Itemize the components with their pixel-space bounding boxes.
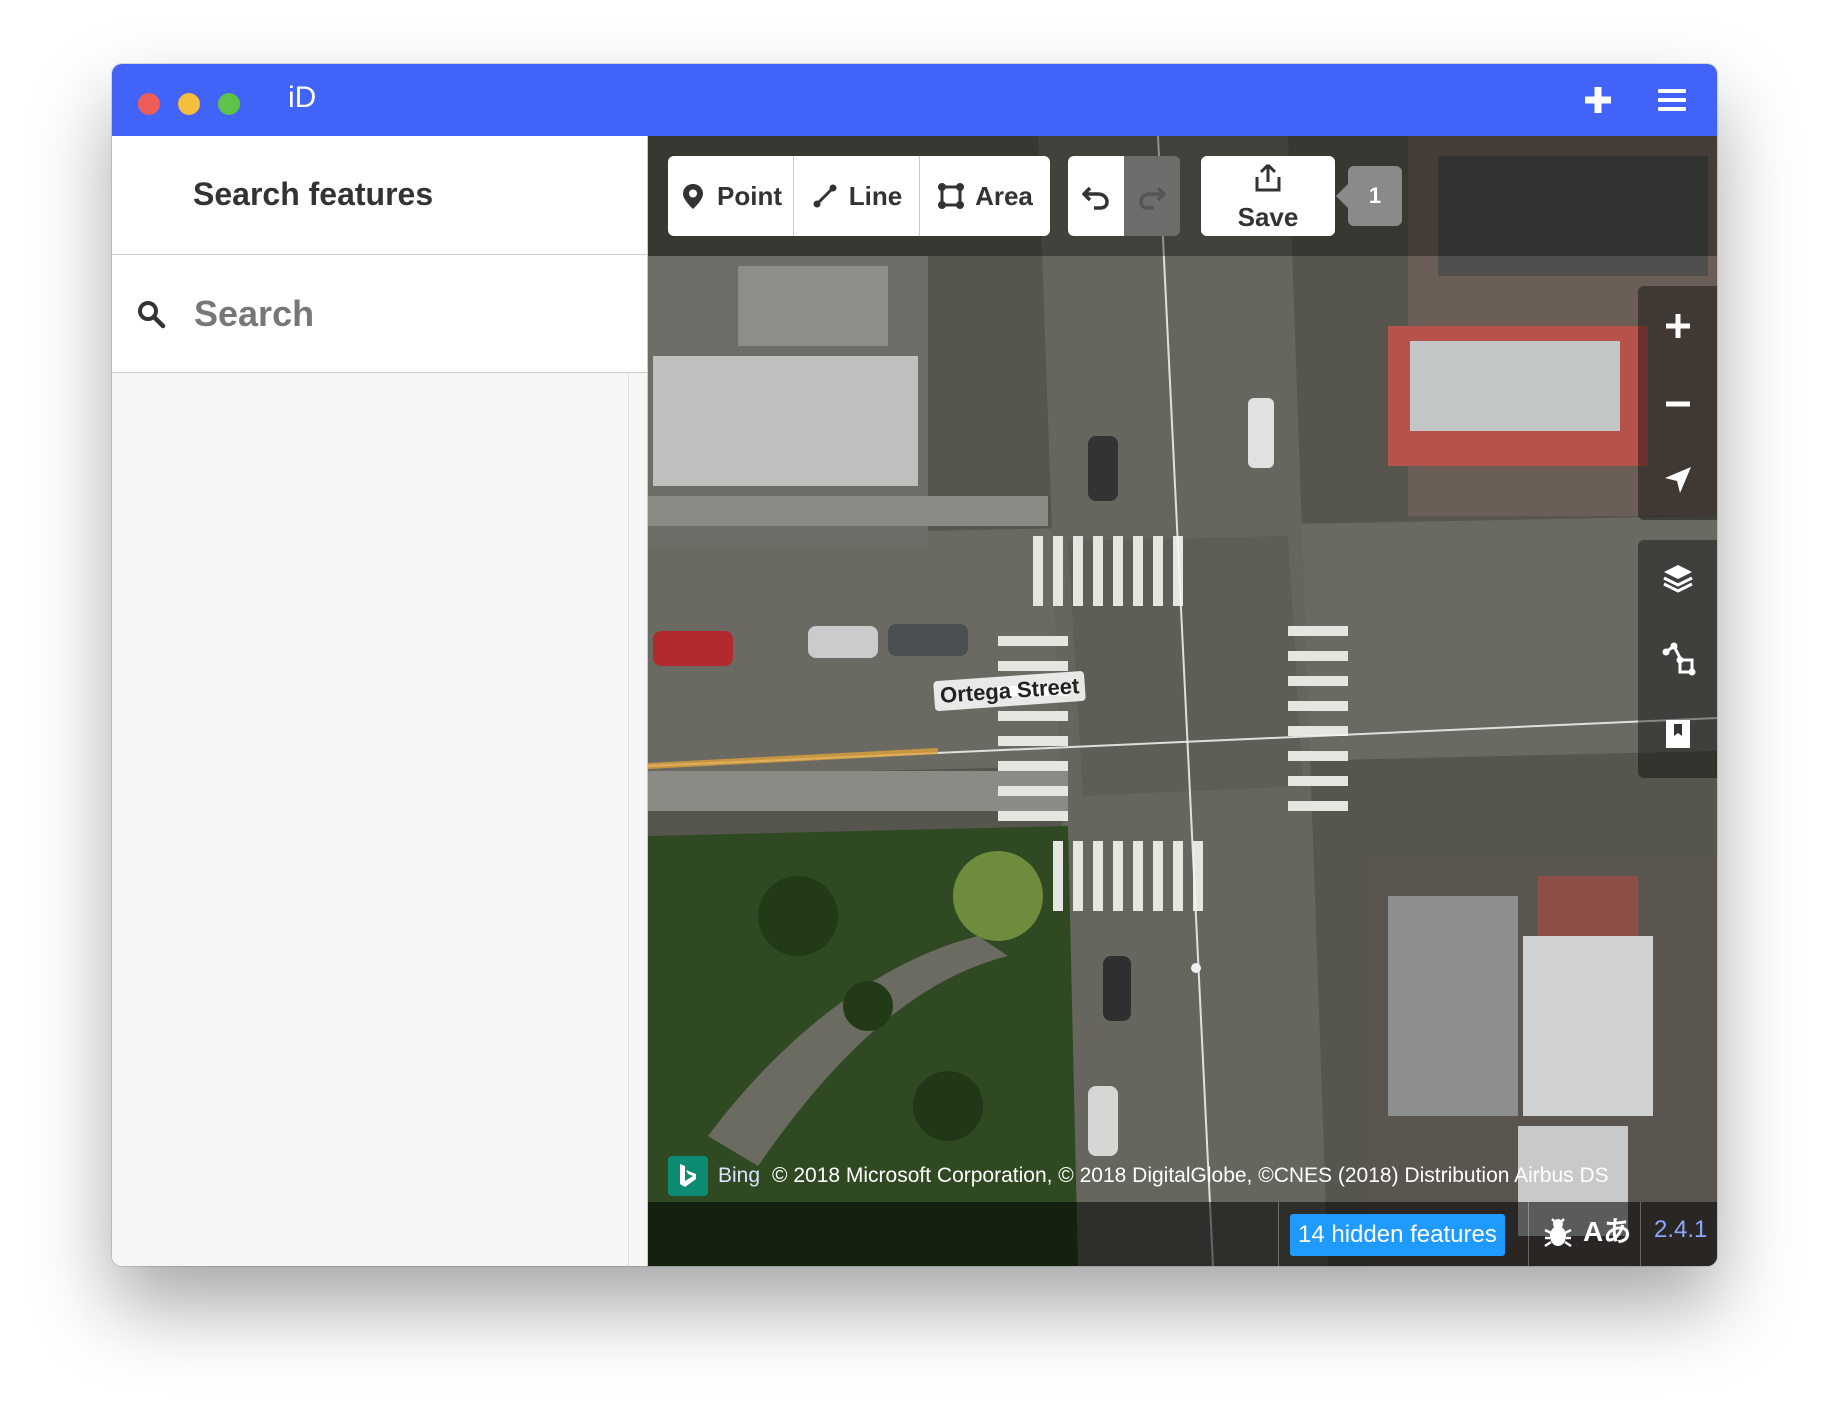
bing-logo-icon[interactable] bbox=[668, 1156, 708, 1196]
sidebar: Search features bbox=[112, 136, 648, 1266]
save-label: Save bbox=[1237, 202, 1299, 232]
add-line-button[interactable]: Line bbox=[794, 156, 920, 236]
edit-count-badge: 1 bbox=[1336, 166, 1402, 226]
map-data-icon[interactable] bbox=[1660, 640, 1696, 676]
search-input[interactable] bbox=[192, 285, 616, 343]
footer-divider bbox=[1278, 1202, 1279, 1266]
footer-divider bbox=[1528, 1202, 1529, 1266]
translate-icon[interactable]: Aあ bbox=[1583, 1210, 1631, 1250]
minimize-window-button[interactable] bbox=[178, 93, 200, 115]
map-footer: 14 hidden features Aあ 2.4.1 bbox=[648, 1202, 1717, 1266]
hidden-features-badge[interactable]: 14 hidden features bbox=[1290, 1214, 1505, 1256]
upload-icon bbox=[1255, 163, 1281, 192]
undo-icon bbox=[1082, 186, 1109, 210]
bug-icon[interactable] bbox=[1541, 1216, 1575, 1250]
feature-search bbox=[112, 255, 647, 373]
attribution-text: © 2018 Microsoft Corporation, © 2018 Dig… bbox=[772, 1164, 1609, 1187]
plus-icon[interactable] bbox=[1580, 82, 1616, 118]
layers-icon[interactable] bbox=[1660, 560, 1696, 596]
version-label[interactable]: 2.4.1 bbox=[1654, 1216, 1707, 1244]
top-toolbar: Point Line Area Save 1 bbox=[648, 136, 1717, 256]
redo-icon bbox=[1139, 186, 1166, 210]
map-pin-icon bbox=[683, 184, 703, 209]
add-point-label: Point bbox=[717, 180, 782, 211]
area-icon bbox=[938, 183, 965, 209]
title-bar: iD bbox=[112, 64, 1717, 136]
imagery-provider[interactable]: Bing bbox=[718, 1164, 760, 1188]
close-window-button[interactable] bbox=[138, 93, 160, 115]
map-panes bbox=[1638, 540, 1717, 778]
line-icon bbox=[813, 184, 837, 208]
add-area-button[interactable]: Area bbox=[920, 156, 1050, 236]
imagery-attribution: Bing © 2018 Microsoft Corporation, © 201… bbox=[668, 1154, 1609, 1198]
footer-divider bbox=[1640, 1202, 1641, 1266]
app-title: iD bbox=[288, 81, 317, 114]
geolocate-icon[interactable] bbox=[1660, 462, 1696, 498]
help-icon[interactable] bbox=[1660, 716, 1696, 752]
save-button[interactable]: Save bbox=[1201, 156, 1335, 236]
sidebar-header: Search features bbox=[112, 136, 647, 255]
zoom-out-icon[interactable] bbox=[1660, 386, 1696, 422]
add-area-label: Area bbox=[975, 180, 1033, 211]
aerial-imagery bbox=[648, 136, 1717, 1266]
undo-redo-group bbox=[1068, 156, 1180, 236]
sidebar-title: Search features bbox=[193, 176, 434, 212]
maximize-window-button[interactable] bbox=[218, 93, 240, 115]
add-feature-modes: Point Line Area bbox=[668, 156, 1050, 236]
search-icon bbox=[138, 301, 166, 329]
app-window: iD Search features Search Ortega Street … bbox=[112, 64, 1717, 1266]
zoom-in-icon[interactable] bbox=[1660, 308, 1696, 344]
hamburger-menu-icon[interactable] bbox=[1654, 82, 1690, 118]
sidebar-resizer[interactable] bbox=[628, 373, 629, 1266]
undo-button[interactable] bbox=[1068, 156, 1124, 236]
redo-button[interactable] bbox=[1124, 156, 1180, 236]
add-line-label: Line bbox=[848, 180, 903, 211]
add-point-button[interactable]: Point bbox=[668, 156, 794, 236]
map-controls bbox=[1638, 286, 1717, 520]
map-canvas[interactable]: Ortega Street Point Line Area Save 1 Bin… bbox=[648, 136, 1717, 1266]
